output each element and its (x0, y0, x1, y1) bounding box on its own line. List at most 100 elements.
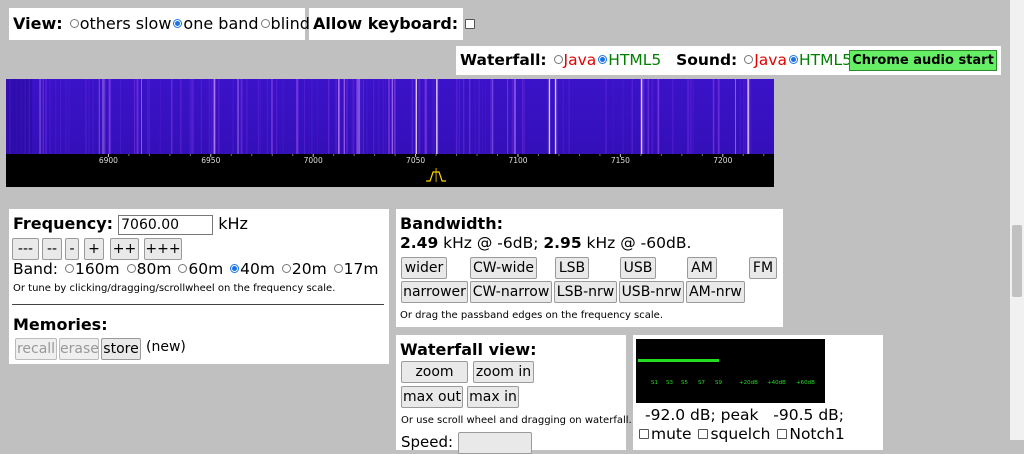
waterfall-signal-streak (237, 79, 239, 154)
band-20m-option[interactable]: 20m (292, 260, 327, 278)
scale-tick-label: 7000 (304, 156, 323, 165)
waterfall-signal-streak (490, 79, 492, 154)
step-down-3-button[interactable]: --- (12, 238, 39, 260)
view-radio-blind[interactable] (260, 19, 270, 28)
waterfall-signal-streak (514, 79, 516, 154)
mode-lsb-nrw-button[interactable]: LSB-nrw (554, 281, 617, 303)
waterfall-display[interactable] (6, 79, 774, 154)
waterfall-signal-streak (508, 79, 510, 154)
view-radio-others-slow[interactable] (69, 19, 79, 28)
waterfall-java-option[interactable]: Java (564, 51, 597, 69)
band-60m-option[interactable]: 60m (188, 260, 223, 278)
smeter-readout: -92.0 dB; peak -90.5 dB; (645, 406, 845, 424)
waterfall-signal-streak (304, 79, 305, 154)
sound-java-radio[interactable] (744, 55, 754, 64)
waterfall-signal-streak (385, 79, 387, 154)
step-up-1-button[interactable]: + (84, 238, 104, 260)
frequency-input[interactable] (118, 214, 214, 235)
waterfall-signal-streak (210, 79, 213, 154)
waterfall-signal-streak (510, 79, 512, 154)
waterfall-signal-streak (141, 79, 142, 154)
waterfall-signal-streak (424, 79, 427, 154)
speed-select[interactable] (458, 432, 532, 454)
band-17m-option[interactable]: 17m (344, 260, 379, 278)
mute-checkbox[interactable] (639, 428, 649, 439)
sound-html5-option[interactable]: HTML5 (799, 51, 852, 69)
scrollbar-thumb[interactable] (1012, 225, 1022, 297)
max-in-button[interactable]: max in (467, 386, 519, 408)
smeter-panel: S1 S3 S5 S7 S9 +20dB +40dB +60dB -92.0 dB; peak… (633, 335, 883, 450)
view-option-others-slow[interactable]: others slow (80, 14, 172, 33)
frequency-label: Frequency: (13, 214, 114, 233)
zoom-in-button[interactable]: zoom in (473, 361, 534, 383)
max-out-button[interactable]: max out (401, 386, 463, 408)
band-160m-radio[interactable] (64, 264, 74, 273)
step-down-2-button[interactable]: -- (42, 238, 62, 260)
waterfall-canvas[interactable] (6, 79, 774, 154)
squelch-checkbox[interactable] (698, 428, 709, 439)
waterfall-signal-streak (411, 79, 414, 154)
page-scrollbar[interactable] (1010, 0, 1024, 440)
waterfall-signal-streak (276, 79, 278, 154)
sound-html5-radio[interactable] (788, 55, 798, 64)
frequency-panel: Frequency: kHz --- -- - + ++ +++ Band: 1… (9, 209, 389, 364)
waterfall-signal-streak (200, 79, 202, 154)
mode-usb-nrw-button[interactable]: USB-nrw (619, 281, 684, 303)
scale-tick-label: 7100 (508, 156, 527, 165)
bw-cw-wide-button[interactable]: CW-wide (470, 257, 537, 279)
waterfall-signal-streak (134, 79, 135, 154)
waterfall-signal-streak (298, 79, 299, 154)
mode-usb-button[interactable]: USB (620, 257, 656, 279)
waterfall-signal-streak (512, 79, 513, 154)
memory-erase-button[interactable]: erase (59, 338, 99, 360)
band-40m-radio[interactable] (230, 264, 240, 273)
waterfall-view-hint: Or use scroll wheel and dragging on wate… (401, 415, 632, 426)
keyboard-checkbox[interactable] (465, 18, 476, 29)
step-up-2-button[interactable]: ++ (110, 238, 139, 260)
waterfall-strong-signal (415, 79, 417, 154)
memory-store-button[interactable]: store (101, 338, 141, 360)
waterfall-java-radio[interactable] (553, 55, 563, 64)
notch-checkbox[interactable] (777, 428, 788, 439)
waterfall-signal-streak (605, 79, 607, 154)
band-160m-option[interactable]: 160m (75, 260, 120, 278)
band-60m-radio[interactable] (178, 264, 188, 273)
bw-wider-button[interactable]: wider (401, 257, 447, 279)
band-80m-option[interactable]: 80m (137, 260, 172, 278)
waterfall-signal-streak (240, 79, 243, 154)
bw-narrower-button[interactable]: narrower (401, 281, 468, 303)
step-up-3-button[interactable]: +++ (144, 238, 182, 260)
band-40m-option[interactable]: 40m (240, 260, 275, 278)
view-option-blind[interactable]: blind (271, 14, 310, 33)
frequency-scale-canvas[interactable]: 6900 6950 7000 7050 7100 7150 7200 (6, 154, 774, 187)
mode-am-nrw-button[interactable]: AM-nrw (686, 281, 745, 303)
view-option-one-band[interactable]: one band (183, 14, 258, 33)
waterfall-signal-streak (393, 79, 396, 154)
waterfall-signal-streak (49, 79, 51, 154)
view-radio-one-band[interactable] (173, 19, 183, 28)
waterfall-signal-streak (491, 79, 493, 154)
waterfall-signal-streak (171, 79, 173, 154)
zoom-out-button[interactable]: zoom out (401, 361, 468, 400)
waterfall-html5-option[interactable]: HTML5 (608, 51, 661, 69)
waterfall-signal-streak (68, 79, 70, 154)
bw-cw-narrow-button[interactable]: CW-narrow (470, 281, 552, 303)
memory-recall-button[interactable]: recall (15, 338, 57, 360)
chrome-audio-start-button[interactable]: Chrome audio start (849, 50, 997, 71)
squelch-label: squelch (710, 425, 771, 443)
step-down-1-button[interactable]: - (65, 238, 79, 260)
speed-label: Speed: (401, 433, 454, 451)
sound-java-option[interactable]: Java (754, 51, 787, 69)
waterfall-signal-streak (366, 79, 368, 154)
waterfall-html5-radio[interactable] (598, 55, 608, 64)
band-20m-radio[interactable] (281, 264, 291, 273)
bandwidth-label: Bandwidth: (400, 214, 503, 233)
mode-am-button[interactable]: AM (687, 257, 717, 279)
waterfall-signal-streak (346, 79, 348, 154)
mode-fm-button[interactable]: FM (749, 257, 777, 279)
waterfall-signal-streak (492, 79, 494, 154)
frequency-scale[interactable]: 6900 6950 7000 7050 7100 7150 7200 (6, 154, 774, 187)
mode-lsb-button[interactable]: LSB (555, 257, 589, 279)
band-80m-radio[interactable] (126, 264, 136, 273)
band-17m-radio[interactable] (333, 264, 343, 273)
